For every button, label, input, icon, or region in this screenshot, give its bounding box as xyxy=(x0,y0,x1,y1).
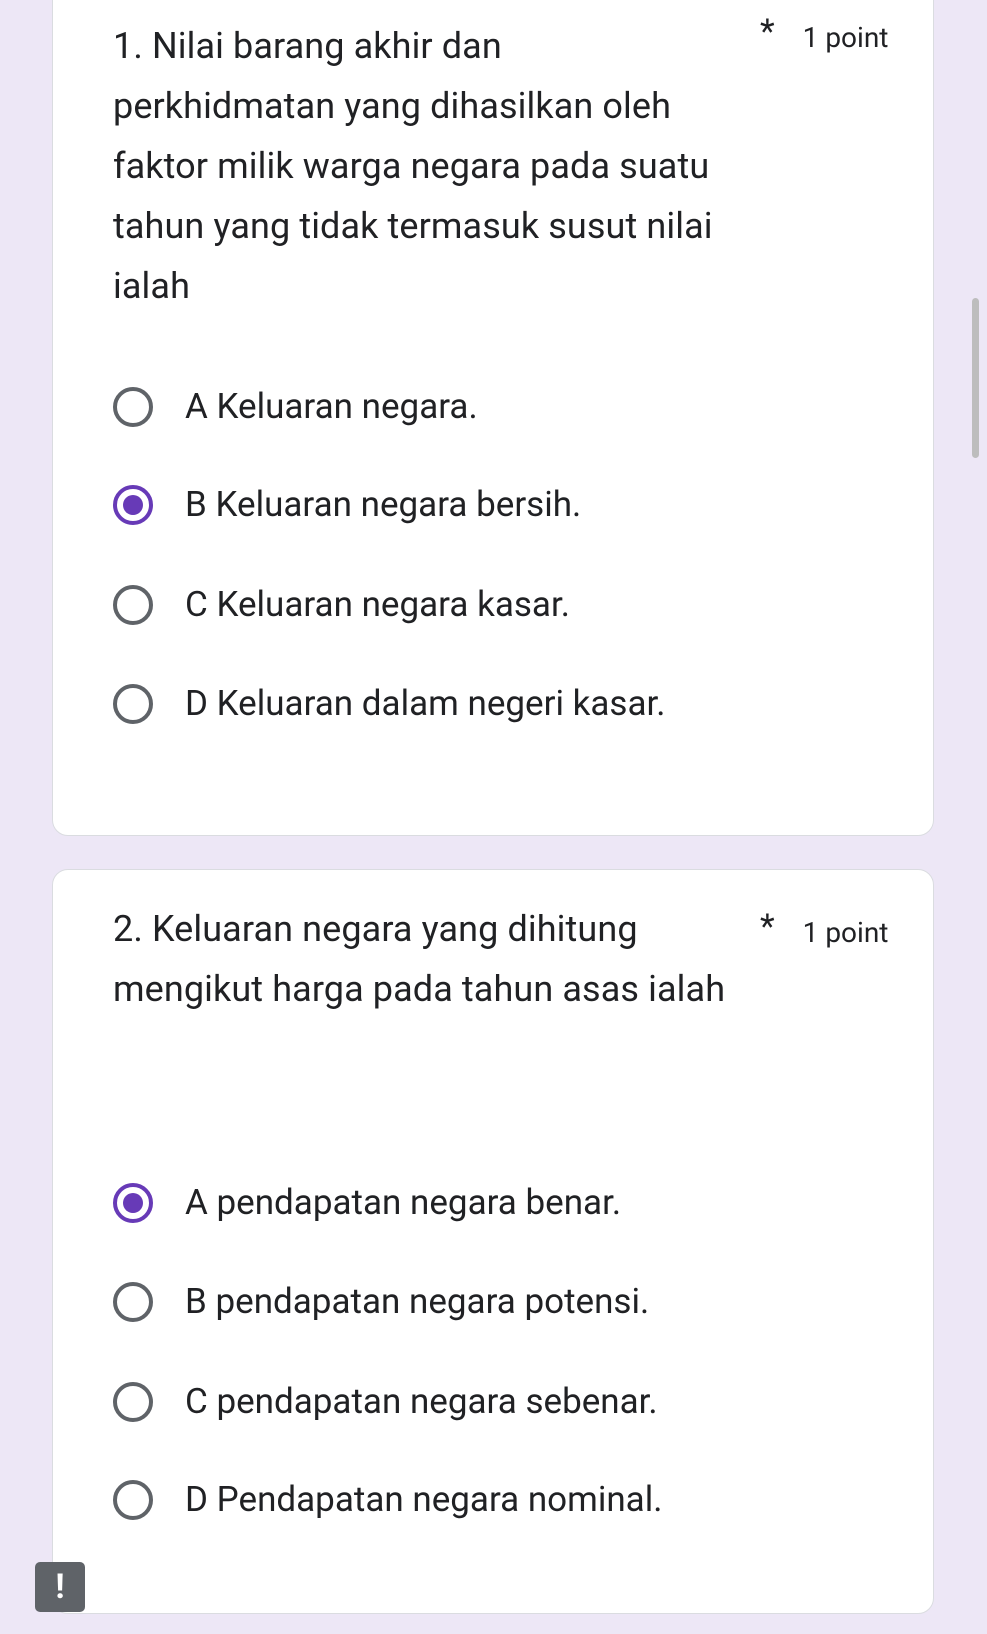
question-1-title: 1. Nilai barang akhir dan perkhidmatan y… xyxy=(113,25,713,307)
radio-button-unchecked-icon[interactable] xyxy=(113,585,153,625)
q2-option-c[interactable]: C pendapatan negara sebenar. xyxy=(113,1372,658,1432)
question-1-points: * 1 point xyxy=(760,15,889,54)
option-label: D Keluaran dalam negeri kasar. xyxy=(185,683,666,724)
option-label: A Keluaran negara. xyxy=(185,386,478,427)
option-label: A pendapatan negara benar. xyxy=(185,1182,622,1223)
points-label: 1 point xyxy=(802,21,889,54)
radio-button-unchecked-icon[interactable] xyxy=(113,1382,153,1422)
q2-option-a[interactable]: A pendapatan negara benar. xyxy=(113,1173,621,1233)
q2-option-b[interactable]: B pendapatan negara potensi. xyxy=(113,1272,649,1332)
q1-option-b[interactable]: B Keluaran negara bersih. xyxy=(113,475,581,535)
q1-option-d[interactable]: D Keluaran dalam negeri kasar. xyxy=(113,674,666,734)
question-card-1: 1. Nilai barang akhir dan perkhidmatan y… xyxy=(52,0,934,836)
alert-icon[interactable]: ! xyxy=(35,1562,85,1612)
radio-button-unchecked-icon[interactable] xyxy=(113,1282,153,1322)
question-2-points: * 1 point xyxy=(760,910,889,949)
points-label: 1 point xyxy=(802,916,889,949)
option-label: B pendapatan negara potensi. xyxy=(185,1281,650,1322)
required-asterisk: * xyxy=(760,907,775,947)
required-asterisk: * xyxy=(760,12,775,52)
option-label: B Keluaran negara bersih. xyxy=(185,484,582,525)
q2-option-d[interactable]: D Pendapatan negara nominal. xyxy=(113,1470,662,1530)
option-label: C Keluaran negara kasar. xyxy=(185,584,570,625)
radio-button-checked-icon[interactable] xyxy=(113,1183,153,1223)
radio-button-checked-icon[interactable] xyxy=(113,485,153,525)
radio-button-unchecked-icon[interactable] xyxy=(113,1480,153,1520)
q1-option-a[interactable]: A Keluaran negara. xyxy=(113,377,478,437)
scrollbar-thumb[interactable] xyxy=(972,298,979,458)
radio-button-unchecked-icon[interactable] xyxy=(113,387,153,427)
option-label: C pendapatan negara sebenar. xyxy=(185,1381,658,1422)
question-card-2: 2. Keluaran negara yang dihitung mengiku… xyxy=(52,869,934,1614)
option-label: D Pendapatan negara nominal. xyxy=(185,1479,663,1520)
q1-option-c[interactable]: C Keluaran negara kasar. xyxy=(113,575,570,635)
question-2-title: 2. Keluaran negara yang dihitung mengiku… xyxy=(113,908,726,1010)
radio-button-unchecked-icon[interactable] xyxy=(113,684,153,724)
